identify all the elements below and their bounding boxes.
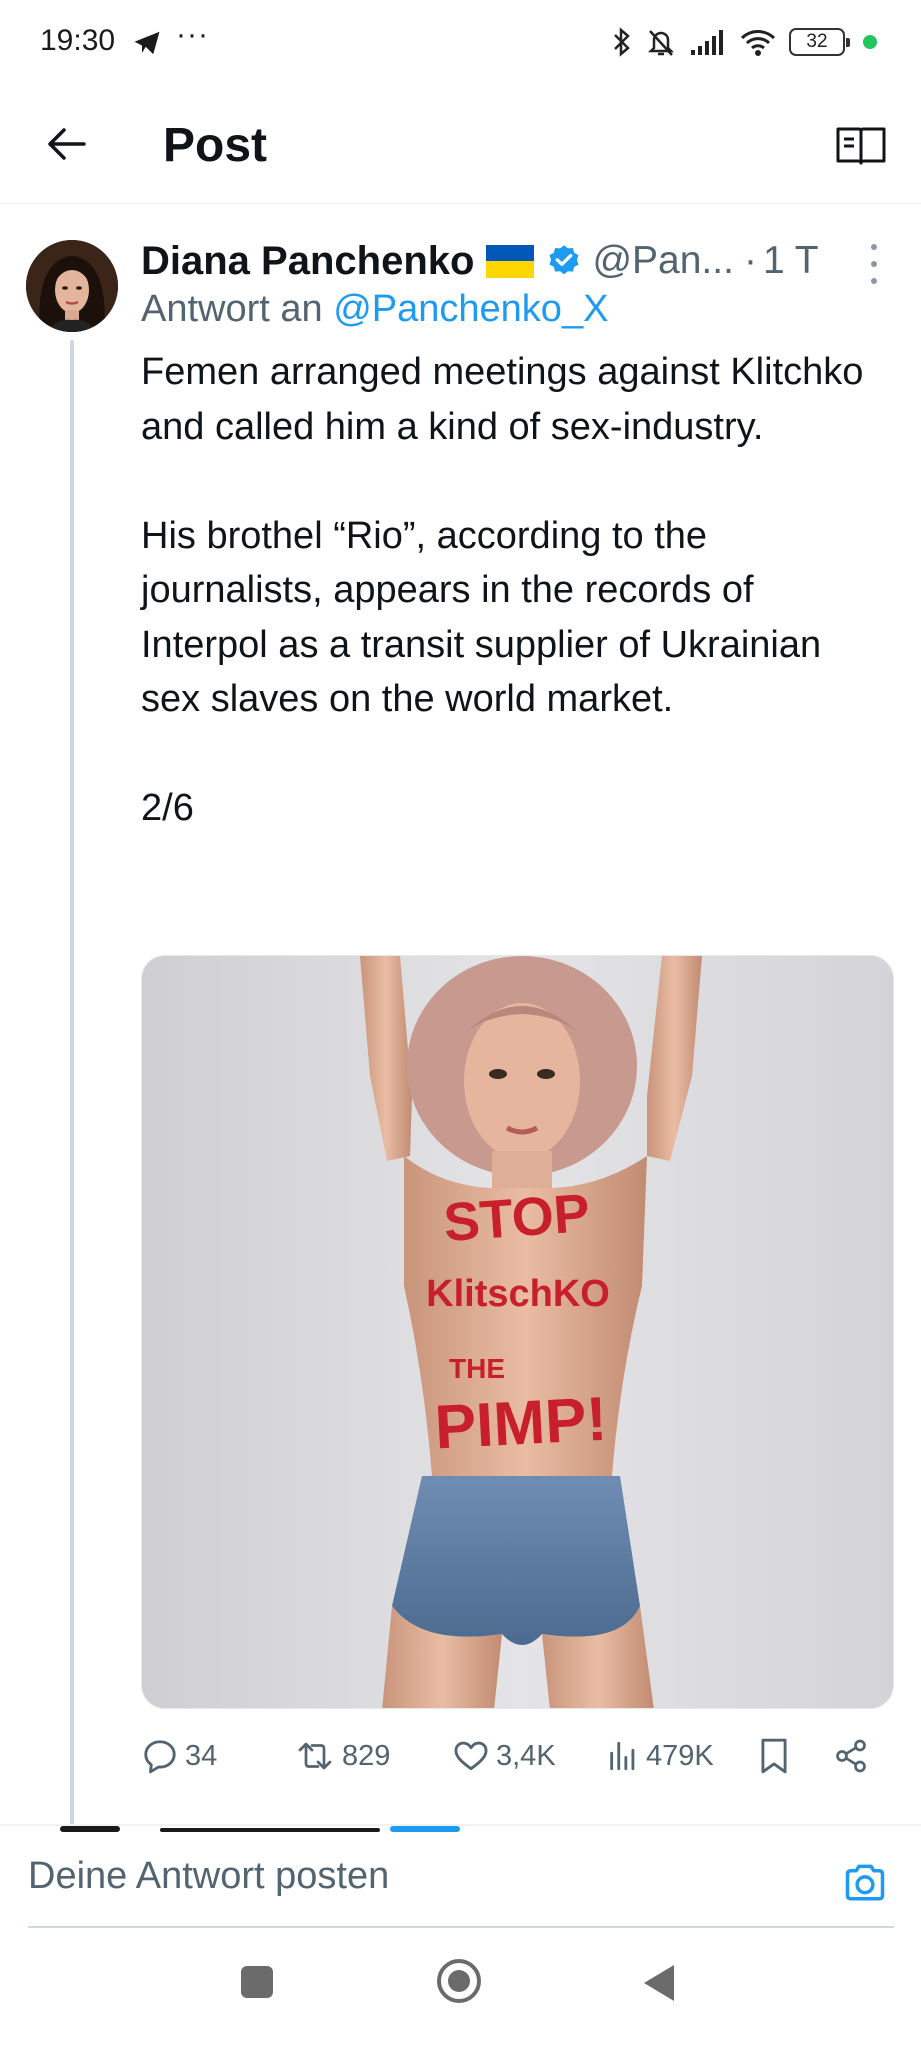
post-paragraph: Femen arranged meetings against Klitchko…	[141, 351, 864, 448]
status-icons: 32	[611, 24, 877, 60]
post-header: Diana Panchenko @Pan... · 1 T	[141, 236, 881, 286]
camera-icon	[845, 1864, 885, 1901]
book-open-icon	[836, 127, 886, 165]
author-name[interactable]: Diana Panchenko	[141, 239, 474, 284]
page-title: Post	[163, 119, 268, 172]
view-count: 479K	[646, 1739, 714, 1772]
wifi-icon	[740, 30, 776, 56]
reply-count: 34	[185, 1739, 218, 1772]
heart-icon	[454, 1741, 488, 1771]
body-paint-text: STOP	[442, 1183, 592, 1253]
reply-button[interactable]: 34	[141, 1728, 217, 1784]
like-button[interactable]: 3,4K	[452, 1728, 556, 1784]
thread-line	[70, 340, 74, 1828]
privacy-indicator	[863, 35, 877, 49]
signal-icon	[691, 30, 723, 55]
arrow-left-icon	[48, 128, 86, 160]
verified-badge-icon[interactable]	[546, 243, 582, 279]
post-timestamp[interactable]: 1 T	[763, 239, 819, 283]
more-options-button[interactable]	[862, 244, 886, 284]
bar-chart-icon	[610, 1741, 635, 1771]
back-button[interactable]	[36, 114, 96, 174]
reply-input[interactable]: Deine Antwort posten	[28, 1855, 728, 1898]
post-text: Femen arranged meetings against Klitchko…	[141, 345, 881, 836]
more-dot	[871, 244, 877, 250]
reply-prefix: Antwort an	[141, 288, 323, 330]
top-app-bar: Post	[0, 86, 921, 204]
like-count: 3,4K	[496, 1739, 556, 1772]
home-button[interactable]	[435, 1957, 483, 2005]
status-bar: 19:30 ··· 32	[0, 0, 921, 86]
camera-button[interactable]	[840, 1858, 890, 1908]
telegram-icon	[134, 31, 160, 55]
reply-mention-link[interactable]: @Panchenko_X	[333, 288, 608, 330]
mute-icon	[647, 30, 675, 56]
input-underline	[28, 1926, 894, 1928]
avatar-portrait	[26, 240, 118, 332]
bluetooth-icon	[614, 27, 630, 57]
recents-button[interactable]	[241, 1966, 273, 1998]
repost-button[interactable]: 829	[294, 1728, 390, 1784]
system-back-button[interactable]	[640, 1963, 676, 2003]
author-handle[interactable]: @Pan...	[592, 239, 734, 283]
battery-icon: 32	[789, 28, 850, 56]
bookmark-button[interactable]	[757, 1728, 791, 1784]
composer-divider	[0, 1824, 921, 1826]
post-paragraph: His brothel “Rio”, according to the jour…	[141, 514, 822, 721]
more-dot	[871, 261, 877, 267]
post-actions: 34 829 3,4K 479K	[141, 1728, 881, 1784]
more-dot	[871, 278, 877, 284]
separator: ·	[743, 239, 757, 282]
body-paint-text: THE	[449, 1353, 505, 1384]
body-paint-text: KlitschKO	[426, 1273, 610, 1315]
photo-illustration: STOP KlitschKO THE PIMP!	[142, 956, 893, 1708]
avatar[interactable]	[26, 240, 118, 332]
status-time: 19:30	[40, 24, 116, 57]
reply-icon	[144, 1740, 176, 1774]
bookmark-icon	[761, 1738, 787, 1774]
thread-index: 2/6	[141, 787, 194, 829]
body-paint-text: PIMP!	[433, 1385, 609, 1463]
share-button[interactable]	[833, 1728, 869, 1784]
status-overflow: ···	[176, 18, 209, 51]
share-icon	[836, 1739, 866, 1773]
repost-icon	[298, 1742, 332, 1770]
post-media-image[interactable]: STOP KlitschKO THE PIMP!	[141, 955, 894, 1709]
views-button[interactable]: 479K	[606, 1728, 714, 1784]
ukraine-flag-icon	[486, 244, 535, 278]
repost-count: 829	[342, 1739, 391, 1772]
reader-mode-button[interactable]	[831, 116, 891, 176]
reply-context: Antwort an @Panchenko_X	[141, 288, 608, 331]
